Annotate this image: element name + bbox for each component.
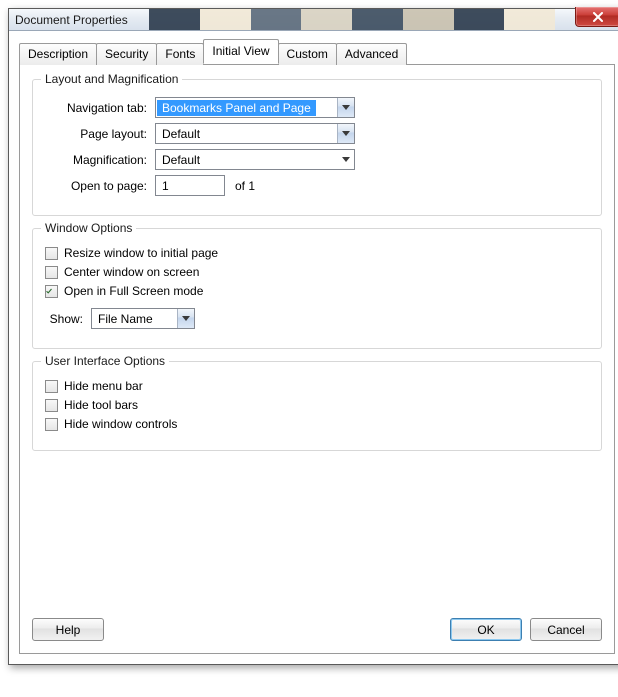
close-button[interactable] bbox=[575, 7, 618, 27]
hide-window-controls-label: Hide window controls bbox=[64, 417, 177, 431]
help-button[interactable]: Help bbox=[32, 618, 104, 641]
ok-button[interactable]: OK bbox=[450, 618, 522, 641]
window-title: Document Properties bbox=[15, 13, 128, 27]
open-to-page-value: 1 bbox=[162, 179, 169, 193]
center-window-checkbox[interactable] bbox=[45, 266, 58, 279]
tab-security[interactable]: Security bbox=[96, 43, 157, 65]
group-ui-options: User Interface Options Hide menu bar Hid… bbox=[32, 361, 602, 451]
fullscreen-label: Open in Full Screen mode bbox=[64, 284, 203, 298]
tab-panel-initial-view: Layout and Magnification Navigation tab:… bbox=[19, 64, 615, 654]
dropdown-arrow-icon bbox=[337, 98, 354, 117]
resize-window-label: Resize window to initial page bbox=[64, 246, 218, 260]
group-layout-magnification: Layout and Magnification Navigation tab:… bbox=[32, 79, 602, 216]
show-value: File Name bbox=[92, 312, 159, 326]
magnification-label: Magnification: bbox=[45, 153, 155, 167]
page-layout-combo[interactable]: Default bbox=[155, 123, 355, 144]
tab-initial-view[interactable]: Initial View bbox=[203, 39, 278, 64]
cancel-button[interactable]: Cancel bbox=[530, 618, 602, 641]
magnification-combo[interactable]: Default bbox=[155, 149, 355, 170]
nav-tab-label: Navigation tab: bbox=[45, 101, 155, 115]
show-combo[interactable]: File Name bbox=[91, 308, 195, 329]
center-window-label: Center window on screen bbox=[64, 265, 199, 279]
magnification-value: Default bbox=[156, 153, 206, 167]
dialog-footer: Help OK Cancel bbox=[32, 618, 602, 641]
group-legend: Window Options bbox=[41, 221, 136, 235]
hide-menu-label: Hide menu bar bbox=[64, 379, 143, 393]
dropdown-arrow-icon bbox=[337, 150, 354, 169]
nav-tab-combo[interactable]: Bookmarks Panel and Page bbox=[155, 97, 355, 118]
tab-description[interactable]: Description bbox=[19, 43, 97, 65]
dropdown-arrow-icon bbox=[337, 124, 354, 143]
document-properties-dialog: Document Properties Description Security… bbox=[8, 8, 618, 665]
tab-bar: Description Security Fonts Initial View … bbox=[19, 39, 615, 64]
hide-window-controls-checkbox[interactable] bbox=[45, 418, 58, 431]
close-icon bbox=[592, 12, 604, 22]
titlebar: Document Properties bbox=[9, 9, 618, 31]
show-label: Show: bbox=[45, 312, 91, 326]
nav-tab-value: Bookmarks Panel and Page bbox=[157, 100, 316, 116]
page-layout-value: Default bbox=[156, 127, 206, 141]
open-to-page-label: Open to page: bbox=[45, 179, 155, 193]
dropdown-arrow-icon bbox=[177, 309, 194, 328]
open-to-page-suffix: of 1 bbox=[225, 179, 255, 193]
resize-window-checkbox[interactable] bbox=[45, 247, 58, 260]
hide-menu-checkbox[interactable] bbox=[45, 380, 58, 393]
page-layout-label: Page layout: bbox=[45, 127, 155, 141]
titlebar-decoration bbox=[149, 9, 555, 30]
hide-tool-checkbox[interactable] bbox=[45, 399, 58, 412]
hide-tool-label: Hide tool bars bbox=[64, 398, 138, 412]
group-legend: User Interface Options bbox=[41, 354, 169, 368]
group-legend: Layout and Magnification bbox=[41, 72, 182, 86]
fullscreen-checkbox[interactable] bbox=[45, 285, 58, 298]
tab-custom[interactable]: Custom bbox=[278, 43, 337, 65]
tab-fonts[interactable]: Fonts bbox=[156, 43, 204, 65]
open-to-page-input[interactable]: 1 bbox=[155, 175, 225, 196]
group-window-options: Window Options Resize window to initial … bbox=[32, 228, 602, 349]
tab-advanced[interactable]: Advanced bbox=[336, 43, 407, 65]
